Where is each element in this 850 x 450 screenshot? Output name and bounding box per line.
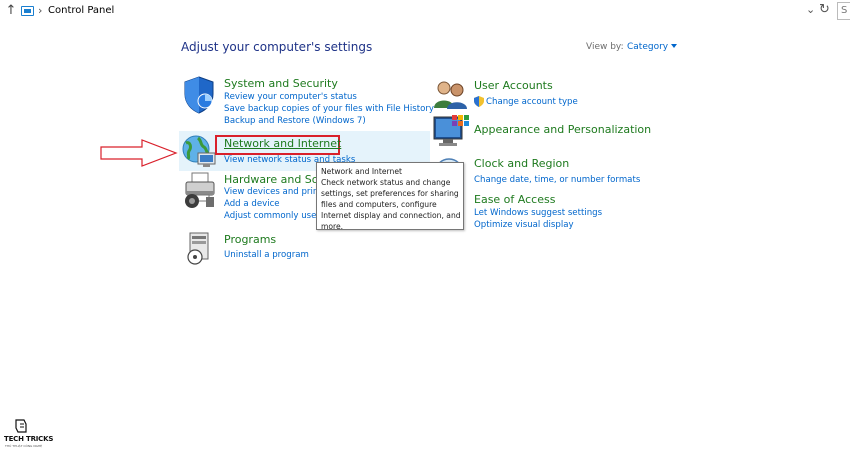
network-internet-tooltip: Network and Internet Check network statu… xyxy=(316,162,464,231)
refresh-icon[interactable]: ↻ xyxy=(819,2,830,17)
tooltip-line-6: more. xyxy=(321,222,344,231)
view-by-dropdown[interactable]: Category xyxy=(627,42,678,52)
link-windows-suggest-settings[interactable]: Let Windows suggest settings xyxy=(474,208,602,218)
shield-icon xyxy=(184,76,214,114)
view-by-label: View by: xyxy=(586,42,624,52)
view-by-value[interactable]: Category xyxy=(627,42,668,52)
link-change-account-type[interactable]: Change account type xyxy=(486,97,578,107)
page-title: Adjust your computer's settings xyxy=(181,40,373,54)
programs-icon xyxy=(187,232,209,265)
network-globe-icon xyxy=(182,135,216,167)
search-input[interactable]: S xyxy=(837,2,850,20)
tooltip-line-3: settings, set preferences for sharing xyxy=(321,189,459,198)
category-appearance-personalization[interactable]: Appearance and Personalization xyxy=(474,123,651,136)
up-arrow-icon[interactable]: ↑ xyxy=(5,4,17,18)
users-icon xyxy=(434,81,467,109)
category-ease-of-access[interactable]: Ease of Access xyxy=(474,193,555,206)
category-clock-region[interactable]: Clock and Region xyxy=(474,157,569,170)
link-uninstall-program[interactable]: Uninstall a program xyxy=(224,250,309,260)
category-network-internet[interactable]: Network and Internet xyxy=(224,137,341,150)
breadcrumb-separator[interactable]: › xyxy=(38,4,42,17)
link-date-time-formats[interactable]: Change date, time, or number formats xyxy=(474,175,640,185)
link-add-device[interactable]: Add a device xyxy=(224,199,280,209)
address-bar: ↑ › Control Panel ⌄ ↻ S xyxy=(0,0,850,24)
watermark-text: TECH TRICKS xyxy=(4,435,54,443)
tooltip-line-5: Internet display and connection, and xyxy=(321,211,461,220)
breadcrumb-control-panel[interactable]: Control Panel xyxy=(48,5,114,16)
red-arrow-icon xyxy=(100,139,178,167)
control-panel-icon xyxy=(21,6,34,16)
address-dropdown-icon[interactable]: ⌄ xyxy=(806,3,815,16)
category-programs[interactable]: Programs xyxy=(224,233,276,246)
link-backup-restore[interactable]: Backup and Restore (Windows 7) xyxy=(224,116,366,126)
watermark-subtext: THỦ THUẬT CÔNG NGHỆ xyxy=(5,444,43,448)
printer-icon xyxy=(185,172,215,208)
caret-down-icon[interactable] xyxy=(671,44,678,48)
uac-shield-icon xyxy=(474,96,484,107)
category-hardware-sound[interactable]: Hardware and Sou xyxy=(224,173,325,186)
tooltip-line-2: Check network status and change xyxy=(321,178,451,187)
link-optimize-visual-display[interactable]: Optimize visual display xyxy=(474,220,574,230)
link-review-status[interactable]: Review your computer's status xyxy=(224,92,357,102)
tooltip-line-4: files and computers, configure xyxy=(321,200,437,209)
monitor-icon xyxy=(433,115,469,146)
category-user-accounts[interactable]: User Accounts xyxy=(474,79,553,92)
tooltip-line-1: Network and Internet xyxy=(321,167,402,176)
category-system-security[interactable]: System and Security xyxy=(224,77,338,90)
link-file-history[interactable]: Save backup copies of your files with Fi… xyxy=(224,104,434,114)
link-devices-printers[interactable]: View devices and printer xyxy=(224,187,330,197)
